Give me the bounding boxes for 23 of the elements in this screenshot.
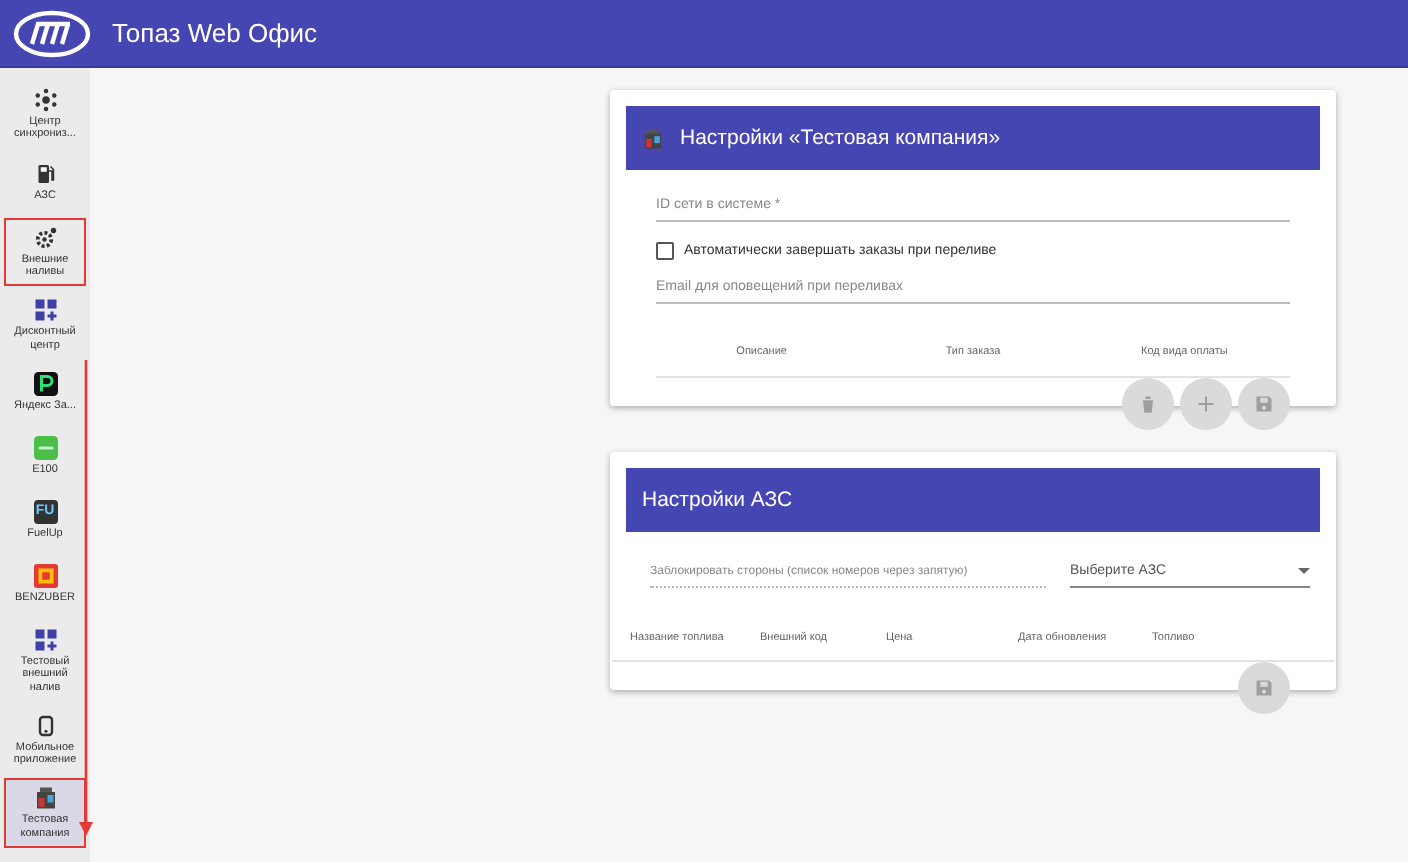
apps-icon: [33, 627, 57, 652]
dropdown-caret-icon: [1298, 564, 1310, 576]
plus-icon: [1196, 394, 1216, 414]
apps-icon: [33, 298, 57, 323]
gear-icon: [33, 225, 57, 250]
fuel-pump-icon: [33, 161, 57, 186]
office-icon: [642, 127, 664, 149]
app-logo-icon: [33, 435, 57, 460]
save-button[interactable]: [1238, 378, 1290, 430]
save-button[interactable]: [1238, 662, 1290, 714]
app-title: Топаз Web Офис: [112, 18, 318, 48]
checkbox[interactable]: [656, 242, 674, 260]
card-title: Настройки АЗС: [642, 488, 793, 512]
trash-icon: [1138, 394, 1158, 414]
logo-icon: [12, 9, 92, 57]
delete-button[interactable]: [1122, 378, 1174, 430]
phone-icon: [33, 713, 57, 738]
office-icon: [33, 786, 57, 811]
card-title: Настройки «Тестовая компания»: [680, 126, 1001, 150]
app-logo-icon: [33, 371, 57, 396]
network-icon: [33, 88, 57, 112]
app-logo-icon: [33, 563, 57, 588]
add-button[interactable]: [1180, 378, 1232, 430]
